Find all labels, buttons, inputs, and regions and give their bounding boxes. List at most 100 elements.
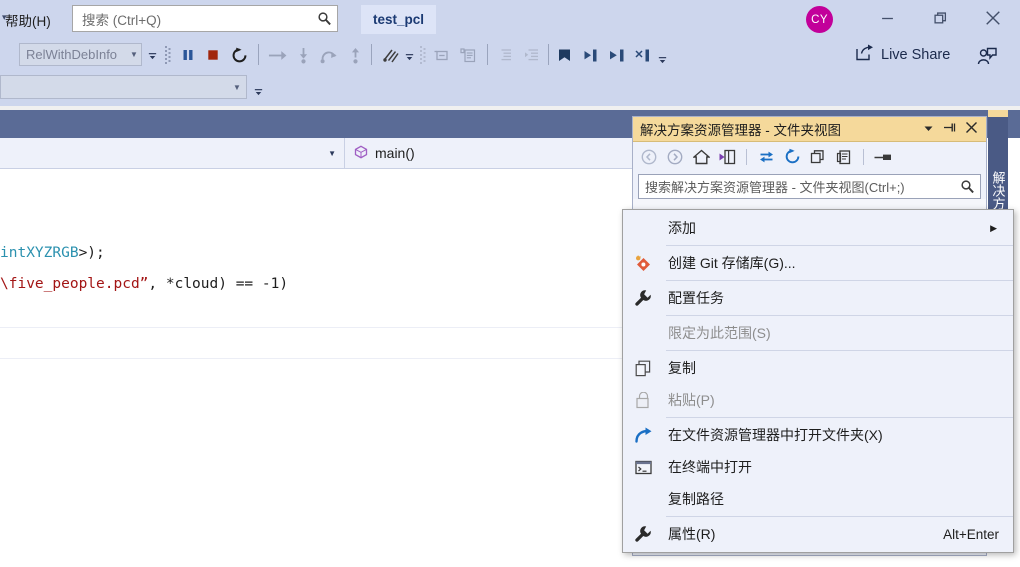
toolbar-overflow-left-caret[interactable]: ▾ (2, 12, 7, 23)
menu-item: 粘贴(P) (623, 384, 1013, 416)
menu-item[interactable]: 在文件资源管理器中打开文件夹(X) (623, 419, 1013, 451)
menu-item: 限定为此范围(S) (623, 317, 1013, 349)
code-token: \five_people.pcd” (0, 276, 149, 292)
menu-item-no-icon (623, 483, 663, 515)
maximize-button[interactable] (917, 0, 963, 36)
toolbar-separator-3 (487, 44, 488, 65)
toolbar-separator (258, 44, 259, 65)
step-over-icon[interactable] (318, 44, 340, 66)
menu-item-label: 配置任务 (668, 290, 724, 306)
pause-icon[interactable] (177, 44, 199, 66)
decrease-indent-icon[interactable] (494, 44, 516, 66)
live-share-button[interactable]: Live Share (855, 44, 950, 65)
live-share-chat-icon[interactable] (975, 44, 999, 68)
chevron-down-icon[interactable] (923, 122, 934, 137)
search-icon (311, 11, 337, 26)
minimize-button[interactable] (864, 0, 910, 36)
terminal-icon (623, 451, 663, 483)
menu-separator (666, 417, 1013, 418)
paste-icon (623, 384, 663, 416)
continue-arrow-icon[interactable] (266, 44, 288, 66)
submenu-arrow-icon: ▶ (990, 222, 997, 233)
visual-studio-window: 帮助(H) 搜索 (Ctrl+Q) test_pcl CY ▾ RelWithD… (0, 0, 1020, 567)
menu-separator (666, 315, 1013, 316)
menu-item-label: 在文件资源管理器中打开文件夹(X) (668, 427, 883, 443)
menu-separator (666, 350, 1013, 351)
menu-item-label: 复制 (668, 360, 696, 376)
toolbar-gripper (158, 45, 176, 65)
copy-icon (623, 352, 663, 384)
menu-item[interactable]: 在终端中打开 (623, 451, 1013, 483)
toolbar-separator-4 (548, 44, 549, 65)
pin-icon[interactable] (943, 121, 956, 137)
menu-item[interactable]: 复制 (623, 352, 1013, 384)
toolbar-gripper-2 (415, 45, 429, 65)
solution-explorer-toolbar (633, 142, 986, 171)
menu-item-help[interactable]: 帮助(H) (5, 10, 51, 30)
menu-separator (666, 245, 1013, 246)
code-line: intXYZRGB>); (0, 245, 105, 261)
toolbar-options-caret-1[interactable] (147, 50, 158, 61)
step-into-icon[interactable] (292, 44, 314, 66)
quick-search-box[interactable]: 搜索 (Ctrl+Q) (72, 5, 338, 32)
solution-explorer-search-placeholder: 搜索解决方案资源管理器 - 文件夹视图(Ctrl+;) (645, 180, 905, 195)
code-text-area[interactable]: intXYZRGB>); \five_people.pcd”, *cloud) =… (0, 169, 640, 567)
method-icon (354, 145, 368, 162)
step-out-icon[interactable] (344, 44, 366, 66)
member-combo[interactable]: main() (345, 145, 415, 162)
toggle-bookmark-icon[interactable] (553, 44, 575, 66)
sync-with-active-document-icon[interactable] (755, 146, 777, 168)
menu-item[interactable]: 复制路径 (623, 483, 1013, 515)
menu-item[interactable]: 配置任务 (623, 282, 1013, 314)
live-share-label: Live Share (881, 46, 951, 63)
menu-item-no-icon (623, 212, 663, 244)
toolbar-options-caret-3[interactable] (657, 54, 668, 65)
wrench-icon (623, 282, 663, 314)
solution-configuration-value: RelWithDebInfo (26, 47, 118, 62)
docked-tab-accent (988, 110, 1008, 117)
restart-icon[interactable] (228, 43, 250, 67)
comment-selection-icon[interactable] (457, 44, 479, 66)
show-all-files-icon[interactable] (833, 146, 855, 168)
menu-item-label: 添加 (668, 220, 696, 236)
menu-item[interactable]: 创建 Git 存储库(G)... (623, 247, 1013, 279)
toggle-outlining-icon[interactable] (431, 44, 453, 66)
next-bookmark-icon[interactable] (605, 44, 627, 66)
close-icon[interactable] (965, 121, 978, 137)
code-token: , *cloud) == -1) (148, 276, 289, 292)
switch-views-icon[interactable] (716, 146, 738, 168)
open-folder-icon (623, 419, 663, 451)
forward-arrow-icon[interactable] (664, 146, 686, 168)
collapse-all-icon[interactable] (807, 146, 829, 168)
properties-icon[interactable] (872, 146, 896, 168)
menu-item-no-icon (623, 317, 663, 349)
find-combo[interactable]: ▼ (0, 75, 247, 99)
avatar[interactable]: CY (806, 6, 833, 33)
code-divider-2 (0, 358, 640, 359)
close-button[interactable] (970, 0, 1016, 36)
context-menu[interactable]: 添加 ▶ 创建 Git 存储库(G)... 配置任务限定为此范围(S) 复制粘贴(P) 在… (622, 209, 1014, 553)
clear-bookmarks-icon[interactable] (631, 44, 653, 66)
show-next-statement-icon[interactable] (379, 44, 401, 66)
solution-explorer-search-box[interactable]: 搜索解决方案资源管理器 - 文件夹视图(Ctrl+;) (638, 174, 981, 199)
menu-item[interactable]: 添加 ▶ (623, 212, 1013, 244)
context-menu-items: 添加 ▶ 创建 Git 存储库(G)... 配置任务限定为此范围(S) 复制粘贴(P) 在… (623, 212, 1013, 550)
project-tab-test-pcl[interactable]: test_pcl (361, 5, 437, 34)
menu-item[interactable]: 属性(R) Alt+Enter (623, 518, 1013, 550)
stop-icon[interactable] (202, 44, 224, 66)
solution-configuration-combo[interactable]: RelWithDebInfo ▼ (19, 43, 142, 66)
toolbar-options-caret-4[interactable] (253, 86, 264, 97)
scope-combo[interactable]: ▼ (0, 137, 345, 169)
menu-separator (666, 516, 1013, 517)
menu-item-label: 限定为此范围(S) (668, 325, 771, 341)
increase-indent-icon[interactable] (521, 44, 543, 66)
menu-item-label: 在终端中打开 (668, 459, 752, 475)
wrench-icon (623, 518, 663, 550)
refresh-icon[interactable] (781, 146, 803, 168)
toolbar-options-caret-2[interactable] (404, 51, 415, 62)
git-repo-icon (623, 247, 663, 279)
editor-navigation-bar: ▼ main() (0, 137, 640, 169)
previous-bookmark-icon[interactable] (579, 44, 601, 66)
back-arrow-icon[interactable] (638, 146, 660, 168)
home-icon[interactable] (690, 146, 712, 168)
